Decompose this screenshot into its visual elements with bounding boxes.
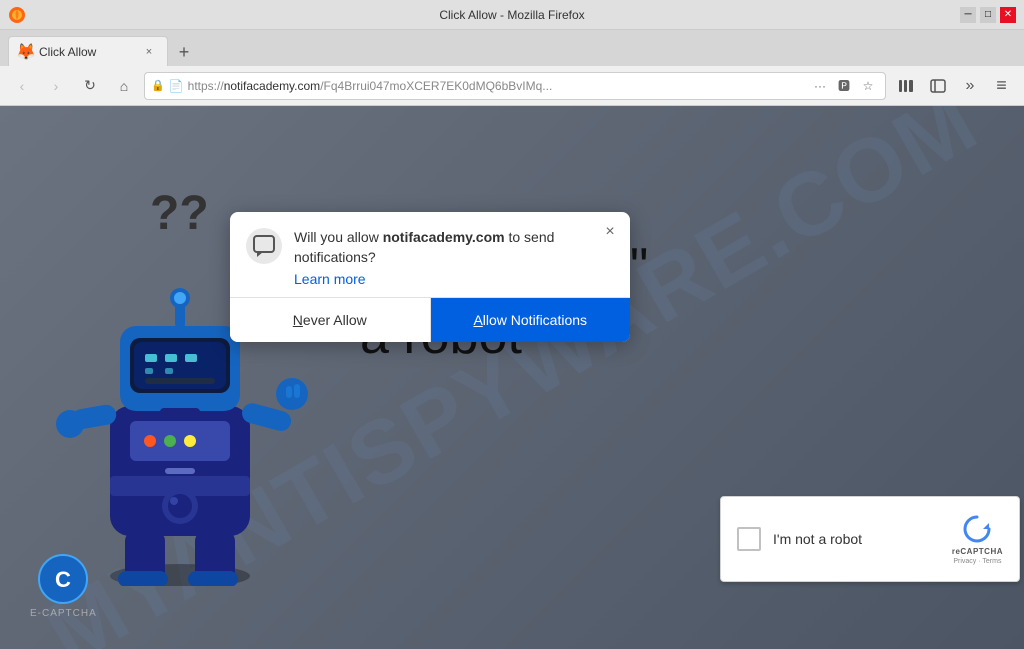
toolbar-right: » ≡ (892, 72, 1016, 100)
lock-icon: 🔒 (151, 79, 165, 92)
tab-bar: 🦊 Click Allow × + (0, 30, 1024, 66)
overflow-button[interactable]: » (956, 72, 984, 100)
recaptcha-widget: I'm not a robot reCAPTCHA Privacy · Term… (720, 496, 1020, 582)
bookmark-icon[interactable]: ☆ (857, 75, 879, 97)
firefox-logo-icon (8, 6, 26, 24)
allow-rest: llow Notifications (483, 312, 587, 328)
window-title: Click Allow - Mozilla Firefox (439, 8, 584, 22)
minimize-button[interactable]: ─ (960, 7, 976, 23)
recaptcha-logo-area: reCAPTCHA Privacy · Terms (952, 513, 1003, 565)
popup-buttons: Never Allow Allow Notifications (230, 297, 630, 342)
url-path: /Fq4Brrui047moXCER7EK0dMQ6bBvIMq... (320, 79, 552, 93)
close-button[interactable]: ✕ (1000, 7, 1016, 23)
ecaptcha-area: C E-CAPTCHA (30, 554, 97, 619)
refresh-button[interactable]: ↻ (76, 72, 104, 100)
svg-text:C: C (55, 567, 71, 592)
pocket-icon: 🅿 (833, 75, 855, 97)
recaptcha-label: I'm not a robot (773, 531, 940, 547)
window-controls: ─ □ ✕ (960, 7, 1016, 23)
menu-button[interactable]: ≡ (988, 72, 1016, 100)
title-bar: Click Allow - Mozilla Firefox ─ □ ✕ (0, 0, 1024, 30)
tab-close-button[interactable]: × (141, 44, 157, 60)
recaptcha-brand: reCAPTCHA (952, 547, 1003, 556)
notification-popup: Will you allow notifacademy.com to send … (230, 212, 630, 342)
url-display: https://notifacademy.com/Fq4Brrui047moXC… (188, 79, 805, 93)
url-domain: notifacademy.com (224, 79, 321, 93)
back-button[interactable]: ‹ (8, 72, 36, 100)
popup-domain: notifacademy.com (383, 229, 505, 245)
chat-bubble-icon (253, 235, 275, 257)
allow-notifications-button[interactable]: Allow Notifications (431, 298, 631, 342)
forward-button[interactable]: › (42, 72, 70, 100)
popup-text-area: Will you allow notifacademy.com to send … (294, 228, 614, 289)
library-button[interactable] (892, 72, 920, 100)
popup-header: Will you allow notifacademy.com to send … (230, 212, 630, 297)
ecaptcha-label: E-CAPTCHA (30, 608, 97, 619)
popup-question-prefix: Will you allow (294, 229, 383, 245)
browser-tab[interactable]: 🦊 Click Allow × (8, 36, 168, 66)
recaptcha-icon (961, 513, 993, 545)
maximize-button[interactable]: □ (980, 7, 996, 23)
tab-favicon-icon: 🦊 (19, 45, 33, 59)
tab-title: Click Allow (39, 45, 135, 59)
popup-close-button[interactable]: × (600, 222, 620, 242)
allow-a: A (473, 312, 482, 328)
popup-question: Will you allow notifacademy.com to send … (294, 228, 614, 267)
page-background: MYANTISPYWARE.COM ?? (0, 106, 1024, 649)
question-marks: ?? (150, 186, 209, 241)
reader-icon: 📄 (169, 79, 184, 93)
recaptcha-links: Privacy · Terms (953, 558, 1001, 565)
sidebar-icon (930, 78, 946, 94)
library-icon (898, 78, 914, 94)
new-tab-button[interactable]: + (170, 38, 198, 66)
address-actions: ··· 🅿 ☆ (809, 75, 879, 97)
browser-window: Click Allow - Mozilla Firefox ─ □ ✕ 🦊 Cl… (0, 0, 1024, 649)
never-allow-button[interactable]: Never Allow (230, 298, 431, 342)
recaptcha-checkbox[interactable] (737, 527, 761, 551)
never-allow-n: N (293, 312, 303, 328)
home-button[interactable]: ⌂ (110, 72, 138, 100)
more-tools-button[interactable]: ··· (809, 75, 831, 97)
address-input[interactable]: 🔒 📄 https://notifacademy.com/Fq4Brrui047… (144, 72, 886, 100)
url-prefix: https:// (188, 79, 224, 93)
sidebar-button[interactable] (924, 72, 952, 100)
address-bar: ‹ › ↻ ⌂ 🔒 📄 https://notifacademy.com/Fq4… (0, 66, 1024, 106)
popup-learn-more-link[interactable]: Learn more (294, 271, 366, 287)
page-content: MYANTISPYWARE.COM ?? (0, 106, 1024, 649)
ecaptcha-logo-icon: C (38, 554, 88, 604)
never-allow-rest: ever Allow (303, 312, 367, 328)
title-bar-left (8, 6, 26, 24)
popup-chat-icon (246, 228, 282, 264)
